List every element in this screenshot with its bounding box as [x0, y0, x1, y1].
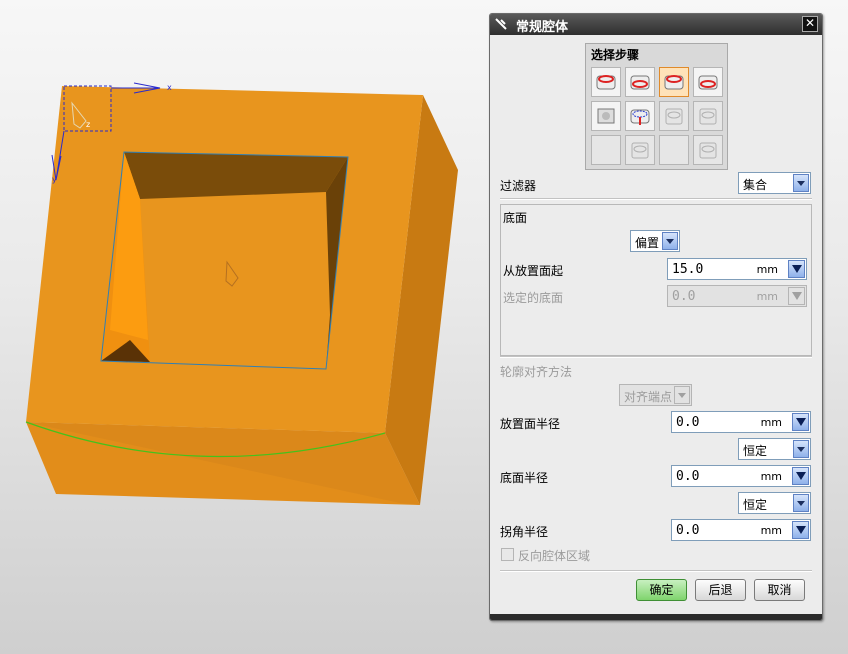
cancel-button[interactable]: 取消	[754, 579, 805, 601]
step-button-3[interactable]	[659, 67, 689, 97]
value-menu-arrow-icon[interactable]	[788, 260, 805, 278]
selected-floor-field: 0.0 mm	[667, 285, 807, 307]
selected-floor-unit: mm	[756, 290, 778, 303]
graphics-viewport[interactable]: x z y	[0, 0, 490, 654]
dialog-titlebar[interactable]: 常规腔体 ✕	[490, 14, 822, 35]
dialog-pin-icon[interactable]	[493, 16, 509, 32]
corner-radius-label: 拐角半径	[500, 525, 549, 539]
step-button-5[interactable]	[591, 101, 621, 131]
value-menu-arrow-icon[interactable]	[792, 521, 809, 539]
target-body-icon	[597, 108, 615, 124]
floor-group: 底面 偏置 从放置面起 15.0 mm 选定的底面 0.0 mm	[500, 204, 812, 356]
floor-radius-label: 底面半径	[500, 471, 549, 485]
chevron-down-icon[interactable]	[793, 440, 809, 458]
ok-button[interactable]: 确定	[636, 579, 687, 601]
selected-floor-label: 选定的底面	[503, 291, 564, 305]
divider	[500, 570, 812, 572]
value-menu-arrow-icon	[788, 287, 805, 305]
placement-radius-field[interactable]: 0.0 mm	[671, 411, 811, 433]
selected-floor-value: 0.0	[672, 289, 696, 304]
empty-slot-icon	[662, 138, 686, 162]
contour-align-value: 对齐端点	[624, 390, 673, 404]
floor-outline-icon	[698, 75, 718, 90]
selection-steps-group: 选择步骤	[585, 43, 728, 170]
filter-select[interactable]: 集合	[738, 172, 811, 194]
step-button-10	[625, 135, 655, 165]
step-button-7	[659, 101, 689, 131]
corner-radius-unit: mm	[760, 524, 782, 537]
contour-align-label: 轮廓对齐方法	[500, 365, 573, 379]
placement-face-icon	[596, 75, 616, 90]
from-placement-value[interactable]: 15.0	[672, 262, 703, 277]
pocket-back-wall	[124, 152, 348, 199]
from-placement-unit: mm	[756, 263, 778, 276]
placement-radius-mode-select[interactable]: 恒定	[738, 438, 811, 460]
close-icon: ✕	[804, 16, 816, 30]
floor-radius-mode-value: 恒定	[743, 498, 768, 512]
step-button-12	[693, 135, 723, 165]
dialog-title: 常规腔体	[516, 20, 569, 35]
floor-mode-select[interactable]: 偏置	[630, 230, 680, 252]
floor-radius-value[interactable]: 0.0	[676, 469, 699, 484]
csys-x-label: x	[167, 83, 172, 92]
from-placement-label: 从放置面起	[503, 264, 564, 278]
step-button-2[interactable]	[625, 67, 655, 97]
dialog-bottom-bar	[490, 614, 822, 620]
reverse-region-checkbox	[501, 548, 514, 561]
contour-align-select: 对齐端点	[619, 384, 692, 406]
pocket-dialog: 常规腔体 ✕ 选择步骤 过滤器 集合 底面 偏置 从放置面起 15.0 mm 选…	[489, 13, 823, 621]
chevron-down-icon[interactable]	[793, 174, 809, 192]
placement-curve-icon	[630, 109, 650, 125]
csys-z-label: z	[86, 120, 90, 129]
chevron-down-icon[interactable]	[793, 494, 809, 512]
floor-mode-value: 偏置	[635, 236, 660, 250]
steps-label: 选择步骤	[591, 48, 640, 62]
corner-radius-field[interactable]: 0.0 mm	[671, 519, 811, 541]
chevron-down-icon[interactable]	[662, 232, 678, 250]
step-button-9	[591, 135, 621, 165]
placement-radius-value[interactable]: 0.0	[676, 415, 699, 430]
radius-icon	[631, 142, 649, 159]
placement-radius-mode-value: 恒定	[743, 444, 768, 458]
divider	[500, 356, 812, 358]
floor-radius-unit: mm	[760, 470, 782, 483]
empty-slot-icon	[594, 138, 618, 162]
corner-radius-value[interactable]: 0.0	[676, 523, 699, 538]
corner-icon	[699, 142, 717, 159]
floor-face-icon	[664, 75, 684, 90]
csys-y-label: y	[52, 175, 57, 184]
value-menu-arrow-icon[interactable]	[792, 413, 809, 431]
chevron-down-icon	[674, 386, 690, 404]
value-menu-arrow-icon[interactable]	[792, 467, 809, 485]
filter-label: 过滤器	[500, 179, 537, 193]
filter-select-value: 集合	[743, 178, 768, 192]
back-button[interactable]: 后退	[695, 579, 746, 601]
step-button-1[interactable]	[591, 67, 621, 97]
floor-curve-icon	[665, 108, 683, 125]
floor-radius-field[interactable]: 0.0 mm	[671, 465, 811, 487]
placement-radius-label: 放置面半径	[500, 417, 561, 431]
step-button-6[interactable]	[625, 101, 655, 131]
floor-radius-mode-select[interactable]: 恒定	[738, 492, 811, 514]
close-button[interactable]: ✕	[802, 16, 818, 32]
step-button-4[interactable]	[693, 67, 723, 97]
reverse-region-label: 反向腔体区域	[518, 549, 591, 563]
divider	[500, 198, 812, 200]
placement-radius-unit: mm	[760, 416, 782, 429]
placement-outline-icon	[630, 75, 650, 90]
step-button-11	[659, 135, 689, 165]
from-placement-field[interactable]: 15.0 mm	[667, 258, 807, 280]
floor-section-label: 底面	[503, 211, 528, 225]
taper-icon	[699, 108, 717, 125]
step-button-8	[693, 101, 723, 131]
model-canvas[interactable]: x z y	[0, 0, 490, 654]
